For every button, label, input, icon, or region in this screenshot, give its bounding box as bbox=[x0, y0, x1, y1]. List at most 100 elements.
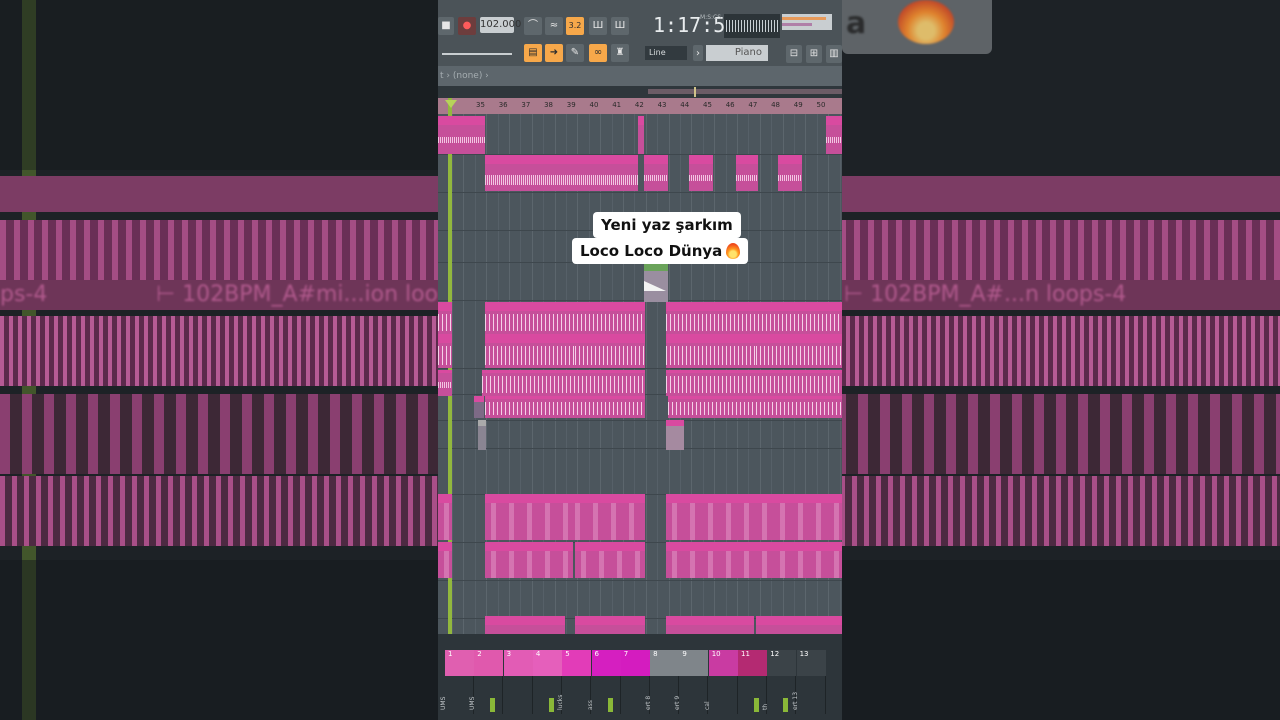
mixer-channel[interactable]: UMS bbox=[469, 676, 504, 714]
mixer-track-12[interactable]: 12 bbox=[767, 650, 797, 676]
timeline-ruler[interactable]: 35 36 37 38 39 40 41 42 43 44 45 46 47 48 49 50 bbox=[438, 98, 842, 114]
audio-clip[interactable]: s-4 bbox=[438, 334, 452, 368]
pattern-clip[interactable] bbox=[438, 494, 452, 540]
audio-clip-loop[interactable]: 102BPM_A#...n loops-4 bbox=[756, 334, 842, 368]
clip-label: Lead 2 bbox=[487, 156, 508, 163]
ruler-bar-number: 35 bbox=[476, 101, 485, 109]
channel-rack-icon[interactable]: ⊞ bbox=[806, 45, 822, 63]
audio-clip-lead[interactable]: Le bbox=[778, 155, 802, 191]
clip-label: 102BPM_A#mi...ion loops-4 bbox=[487, 335, 570, 342]
pattern-clip-bass[interactable]: Bass bbox=[485, 494, 569, 540]
audio-clip-loop[interactable]: 102BPM_A#mi...ion loops-4 bbox=[485, 334, 575, 368]
level-meter bbox=[754, 698, 759, 712]
mixer-track-4[interactable]: 4 bbox=[532, 650, 562, 676]
pattern-clip-3[interactable]: Pattern 3 bbox=[485, 542, 573, 578]
audio-clip[interactable] bbox=[438, 302, 452, 334]
audio-clip-loop[interactable] bbox=[666, 302, 842, 334]
master-volume-slider[interactable] bbox=[442, 53, 512, 55]
channel-select[interactable]: Piano bbox=[706, 45, 768, 61]
mixer-track-13[interactable]: 13 bbox=[796, 650, 826, 676]
mixer-track-10[interactable]: 10 bbox=[708, 650, 738, 676]
stamp-icon[interactable]: ♜ bbox=[611, 44, 629, 62]
mixer-track-1[interactable]: 1 bbox=[445, 650, 474, 676]
pattern-mode-button[interactable]: 3.2 bbox=[566, 17, 584, 35]
wait-icon[interactable]: ≈ bbox=[545, 17, 563, 35]
oscilloscope bbox=[724, 14, 780, 38]
overview-scrollbar[interactable] bbox=[438, 86, 842, 98]
track-divider bbox=[438, 448, 842, 449]
playhead-marker-icon[interactable] bbox=[445, 100, 457, 108]
pattern-clip-3[interactable]: Pattern 3 bbox=[575, 542, 645, 578]
mixer-channel[interactable]: cal bbox=[704, 676, 738, 714]
metronome-icon[interactable]: ⌒ bbox=[524, 17, 542, 35]
audio-clip-shaker[interactable]: 80_percuss...dy_shaker bbox=[485, 616, 565, 634]
pattern-clip[interactable] bbox=[438, 542, 452, 578]
mixer-channel-label: ert 8 bbox=[645, 695, 653, 710]
audio-clip[interactable] bbox=[478, 420, 486, 450]
audio-clip[interactable] bbox=[666, 370, 842, 396]
record-button[interactable]: ● bbox=[458, 17, 476, 35]
mixer-track-2[interactable]: 2 bbox=[474, 650, 504, 676]
audio-clip-lead[interactable]: Le bbox=[689, 155, 713, 191]
audio-clip-shaker[interactable]: 80_percussi...ady_shaker bbox=[666, 616, 754, 634]
draw-tool-icon[interactable]: ✎ bbox=[566, 44, 584, 62]
audio-clip[interactable] bbox=[438, 116, 485, 154]
audio-clip-lead[interactable]: Lead 2 bbox=[485, 155, 638, 191]
mixer-track-3[interactable]: 3 bbox=[503, 650, 533, 676]
clip-label: Pattern 3 bbox=[577, 543, 605, 550]
pattern-clip-bass[interactable]: Bass bbox=[666, 494, 842, 540]
mixer-channel-label: cal bbox=[703, 701, 711, 710]
playlist-icon[interactable]: ▤ bbox=[524, 44, 542, 62]
audio-clip-shaker[interactable]: 80_percu..._shaker bbox=[575, 616, 645, 634]
toolbar: ■ ● 102.000 ⌒ ≈ 3.2 Ш Ш 1:17:50 M:S:CS ▤… bbox=[438, 0, 842, 66]
mixer-icon[interactable]: ⊟ bbox=[786, 45, 802, 63]
audio-clip-lead[interactable]: Le bbox=[736, 155, 758, 191]
arrow-icon[interactable]: ➜ bbox=[545, 44, 563, 62]
pattern-clip-bass[interactable]: Bass bbox=[569, 494, 645, 540]
audio-clip[interactable] bbox=[474, 396, 484, 418]
audio-clip-lead[interactable]: Le bbox=[644, 155, 668, 191]
audio-clip[interactable] bbox=[438, 370, 452, 396]
ruler-bar-number: 42 bbox=[634, 101, 644, 109]
piano-roll-icon[interactable]: ▥ bbox=[826, 45, 842, 63]
audio-clip[interactable] bbox=[482, 370, 645, 396]
ruler-bar-number: 39 bbox=[566, 101, 576, 109]
ruler-bar-number: 44 bbox=[680, 101, 690, 109]
audio-clip[interactable]: Mi bbox=[826, 116, 842, 154]
channel-arrow-icon[interactable]: › bbox=[693, 45, 703, 61]
mixer-track-5[interactable]: 5 bbox=[562, 650, 592, 676]
audio-clip[interactable] bbox=[666, 420, 684, 450]
mixer-channel[interactable] bbox=[504, 676, 533, 714]
audio-clip[interactable] bbox=[668, 396, 842, 418]
snap-select[interactable]: Line bbox=[645, 46, 687, 60]
pattern-clip-3[interactable]: Pattern 3 bbox=[666, 542, 842, 578]
audio-clip[interactable] bbox=[485, 396, 645, 418]
mixer-channel[interactable]: ass bbox=[587, 676, 621, 714]
ruler-bar-number: 46 bbox=[725, 101, 735, 109]
mixer-channel[interactable]: ert 13 bbox=[792, 676, 826, 714]
audio-clip-loop[interactable]: 102BPM_A#mi...ion loops-4 bbox=[666, 334, 756, 368]
audio-clip[interactable] bbox=[638, 116, 644, 154]
caption-line-2-text: Loco Loco Dünya bbox=[580, 242, 723, 260]
tempo-display[interactable]: 102.000 bbox=[480, 17, 521, 33]
mixer-track-6[interactable]: 6 bbox=[591, 650, 621, 676]
mixer-track-7[interactable]: 7 bbox=[620, 650, 650, 676]
level-meter bbox=[783, 698, 789, 712]
caption-line-1: Yeni yaz şarkım bbox=[593, 212, 741, 238]
mixer-track-8[interactable]: 8 bbox=[650, 650, 680, 676]
loop-record-icon[interactable]: Ш bbox=[611, 17, 629, 35]
audio-clip-loop[interactable] bbox=[485, 302, 645, 334]
mixer-track-9[interactable]: 9 bbox=[679, 650, 709, 676]
clip-label: 80_percuss...dy_shaker bbox=[758, 617, 828, 624]
audio-clip-loop[interactable]: 102BPM_...loops-4 bbox=[575, 334, 645, 368]
fx-clip[interactable] bbox=[644, 262, 668, 302]
mixer-track-11[interactable]: 11 bbox=[738, 650, 767, 676]
backdrop-caption-fragment: a bbox=[846, 6, 867, 41]
audio-clip-shaker[interactable]: 80_percuss...dy_shaker bbox=[756, 616, 842, 634]
stop-button[interactable]: ■ bbox=[438, 17, 454, 35]
breadcrumb[interactable]: t › (none) › bbox=[438, 66, 842, 86]
step-edit-icon[interactable]: Ш bbox=[589, 17, 607, 35]
backdrop-loop-text: ⊢ 102BPM_A#...n loops-4 bbox=[844, 282, 1127, 307]
link-icon[interactable]: ∞ bbox=[589, 44, 607, 62]
backdrop-shade bbox=[842, 560, 1280, 720]
